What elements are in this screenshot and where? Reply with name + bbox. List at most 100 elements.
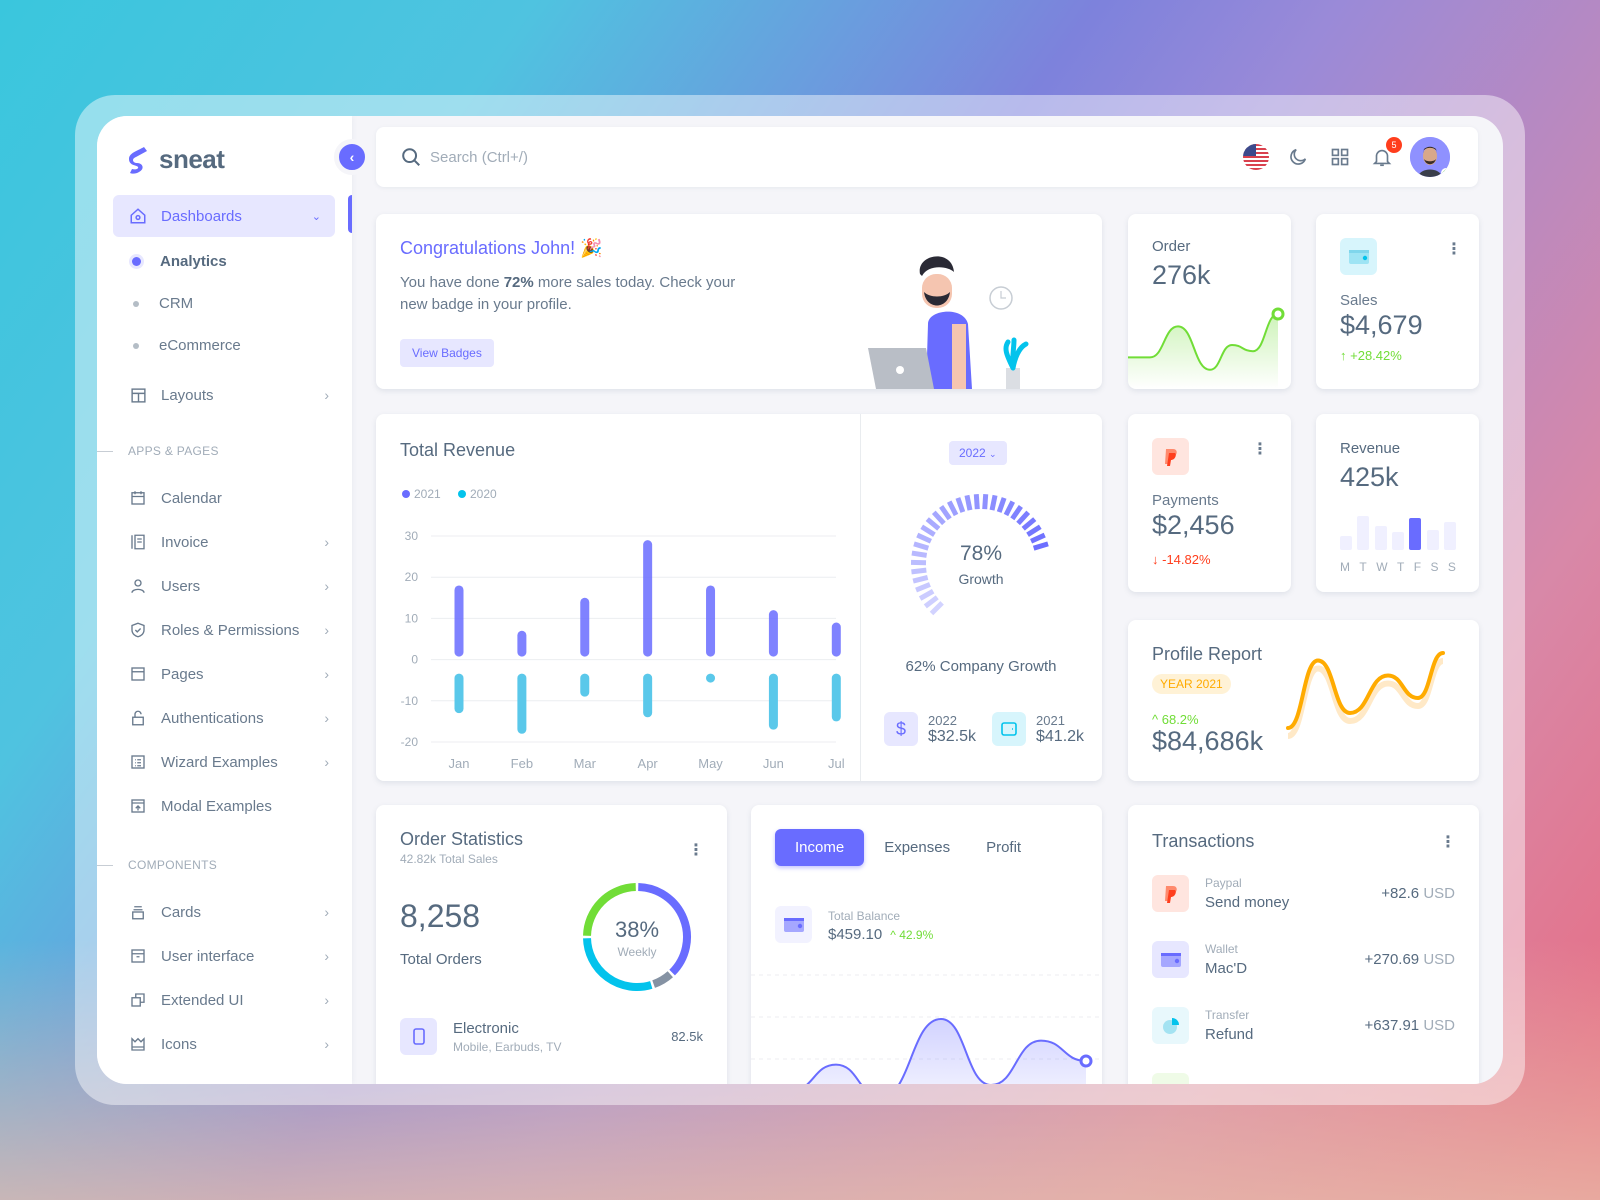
revenue-weekly-bars xyxy=(1340,510,1456,550)
revenue-label: Revenue xyxy=(1340,440,1401,457)
gauge-tick xyxy=(916,532,932,544)
tab-income[interactable]: Income xyxy=(775,829,865,866)
sidebar-item-roles-permissions[interactable]: Roles & Permissions › xyxy=(129,621,329,639)
language-flag-button[interactable] xyxy=(1242,143,1270,171)
more-options-icon[interactable]: ⋮ xyxy=(1440,835,1456,851)
x-tick-label: Jun xyxy=(763,756,784,771)
collapse-sidebar-button[interactable]: ‹ xyxy=(334,139,370,175)
apps-grid-button[interactable] xyxy=(1326,143,1354,171)
congrats-text: You have done 72% more sales today. Chec… xyxy=(400,274,736,313)
bar-2020-Jan xyxy=(454,673,464,714)
arrow-down-icon: ↓ xyxy=(1152,552,1159,567)
sidebar-item-dashboards[interactable]: Dashboards ⌄ xyxy=(113,195,335,237)
income-card: Income Expenses Profit Total Balance $45… xyxy=(751,805,1102,1084)
transaction-name: Mac'D xyxy=(1205,960,1248,977)
sidebar-item-label: Extended UI xyxy=(161,991,244,1009)
gauge-tick xyxy=(939,505,952,521)
weekday-label: W xyxy=(1376,560,1388,574)
transaction-item[interactable]: Credit Card xyxy=(1152,1073,1455,1084)
transaction-item[interactable]: Paypal Send money +82.6 USD xyxy=(1152,875,1455,912)
window-icon xyxy=(129,797,147,815)
divider xyxy=(860,414,861,781)
pie-chart-icon xyxy=(1152,1007,1189,1044)
archive-icon xyxy=(129,947,147,965)
bar-2021-Feb xyxy=(517,630,527,657)
sidebar-item-calendar[interactable]: Calendar xyxy=(129,489,329,507)
view-badges-button[interactable]: View Badges xyxy=(400,339,494,367)
user-avatar[interactable] xyxy=(1410,137,1450,177)
dark-mode-toggle[interactable] xyxy=(1284,143,1312,171)
gauge-tick xyxy=(923,595,939,609)
transaction-item[interactable]: Transfer Refund +637.91 USD xyxy=(1152,1007,1455,1044)
tab-profit[interactable]: Profit xyxy=(970,829,1037,866)
brand-logo[interactable]: sneat xyxy=(127,144,225,175)
revenue-card: Revenue 425k MTWTFSS xyxy=(1316,414,1479,592)
notifications-button[interactable]: 5 xyxy=(1368,137,1402,171)
more-options-icon[interactable]: ⋮ xyxy=(688,843,704,859)
y-tick-label: 0 xyxy=(411,653,418,667)
sidebar-subitem-crm[interactable]: CRM xyxy=(133,295,193,312)
profile-report-value: $84,686k xyxy=(1152,726,1264,756)
gauge-tick xyxy=(964,494,973,511)
svg-text:2021: 2021 xyxy=(414,487,441,501)
transaction-type: Credit Card xyxy=(1205,1083,1266,1085)
search-input[interactable] xyxy=(430,148,830,166)
sidebar-item-cards[interactable]: Cards › xyxy=(129,903,329,921)
chevron-down-icon: ⌄ xyxy=(989,449,997,459)
x-tick-label: Apr xyxy=(638,756,659,771)
app-window: sneat Dashboards ⌄ Analytics CRM eCommer… xyxy=(97,116,1503,1084)
balance-value: $459.10 xyxy=(828,926,883,943)
sidebar: sneat Dashboards ⌄ Analytics CRM eCommer… xyxy=(97,116,352,1084)
lock-icon xyxy=(129,709,147,727)
sidebar-item-label: Pages xyxy=(161,665,204,683)
sidebar-item-user-interface[interactable]: User interface › xyxy=(129,947,329,965)
sidebar-item-label: Analytics xyxy=(160,253,227,270)
transaction-name: Send money xyxy=(1205,894,1290,911)
sidebar-item-label: User interface xyxy=(161,947,255,965)
balance-label: Total Balance xyxy=(828,909,901,923)
congrats-title: Congratulations John! 🎉 xyxy=(400,238,603,258)
year-select[interactable]: 2022 ⌄ xyxy=(949,441,1007,465)
gauge-tick xyxy=(918,588,935,601)
more-options-icon[interactable]: ⋮ xyxy=(1446,242,1462,258)
bar-2021-Apr xyxy=(643,540,653,657)
sidebar-item-invoice[interactable]: Invoice › xyxy=(129,533,329,551)
sidebar-item-label: Users xyxy=(161,577,201,595)
transaction-item[interactable]: Wallet Mac'D +270.69 USD xyxy=(1152,941,1455,978)
transactions-title: Transactions xyxy=(1152,831,1255,851)
gauge-tick xyxy=(1010,505,1023,521)
cards-icon xyxy=(129,903,147,921)
paypal-icon xyxy=(1152,875,1189,912)
y-tick-label: 10 xyxy=(405,611,419,625)
sidebar-subitem-ecommerce[interactable]: eCommerce xyxy=(133,337,241,354)
revenue-bar xyxy=(1443,522,1456,550)
sneat-logo-icon xyxy=(129,146,147,174)
more-options-icon[interactable]: ⋮ xyxy=(1252,442,1268,458)
sidebar-item-icons[interactable]: Icons › xyxy=(129,1035,329,1053)
sidebar-item-extended-ui[interactable]: Extended UI › xyxy=(129,991,329,1009)
sidebar-subitem-analytics[interactable]: Analytics xyxy=(132,253,227,270)
paypal-icon xyxy=(1152,438,1189,475)
bar-2020-Apr xyxy=(643,673,653,718)
brand-name: sneat xyxy=(159,144,225,174)
gauge-tick xyxy=(1026,524,1042,537)
sales-change: ↑ +28.42% xyxy=(1340,348,1402,363)
chevron-up-icon: ^ xyxy=(890,928,896,942)
sidebar-item-wizard-examples[interactable]: Wizard Examples › xyxy=(129,753,329,771)
sidebar-item-layouts[interactable]: Layouts › xyxy=(129,386,329,404)
wallet-icon xyxy=(775,906,812,943)
income-area xyxy=(807,1019,1086,1084)
sidebar-item-modal-examples[interactable]: Modal Examples xyxy=(129,797,329,815)
gauge-tick xyxy=(920,524,936,537)
sidebar-item-pages[interactable]: Pages › xyxy=(129,665,329,683)
weekday-label: T xyxy=(1396,560,1405,574)
sidebar-item-users[interactable]: Users › xyxy=(129,577,329,595)
chevron-right-icon: › xyxy=(324,578,329,594)
us-flag-icon xyxy=(1243,144,1269,170)
weekday-label: T xyxy=(1359,560,1367,574)
sidebar-item-authentications[interactable]: Authentications › xyxy=(129,709,329,727)
tab-expenses[interactable]: Expenses xyxy=(870,829,964,866)
chevron-right-icon: › xyxy=(324,948,329,964)
wallet-icon xyxy=(1340,238,1377,275)
revenue-bar xyxy=(1357,516,1370,550)
